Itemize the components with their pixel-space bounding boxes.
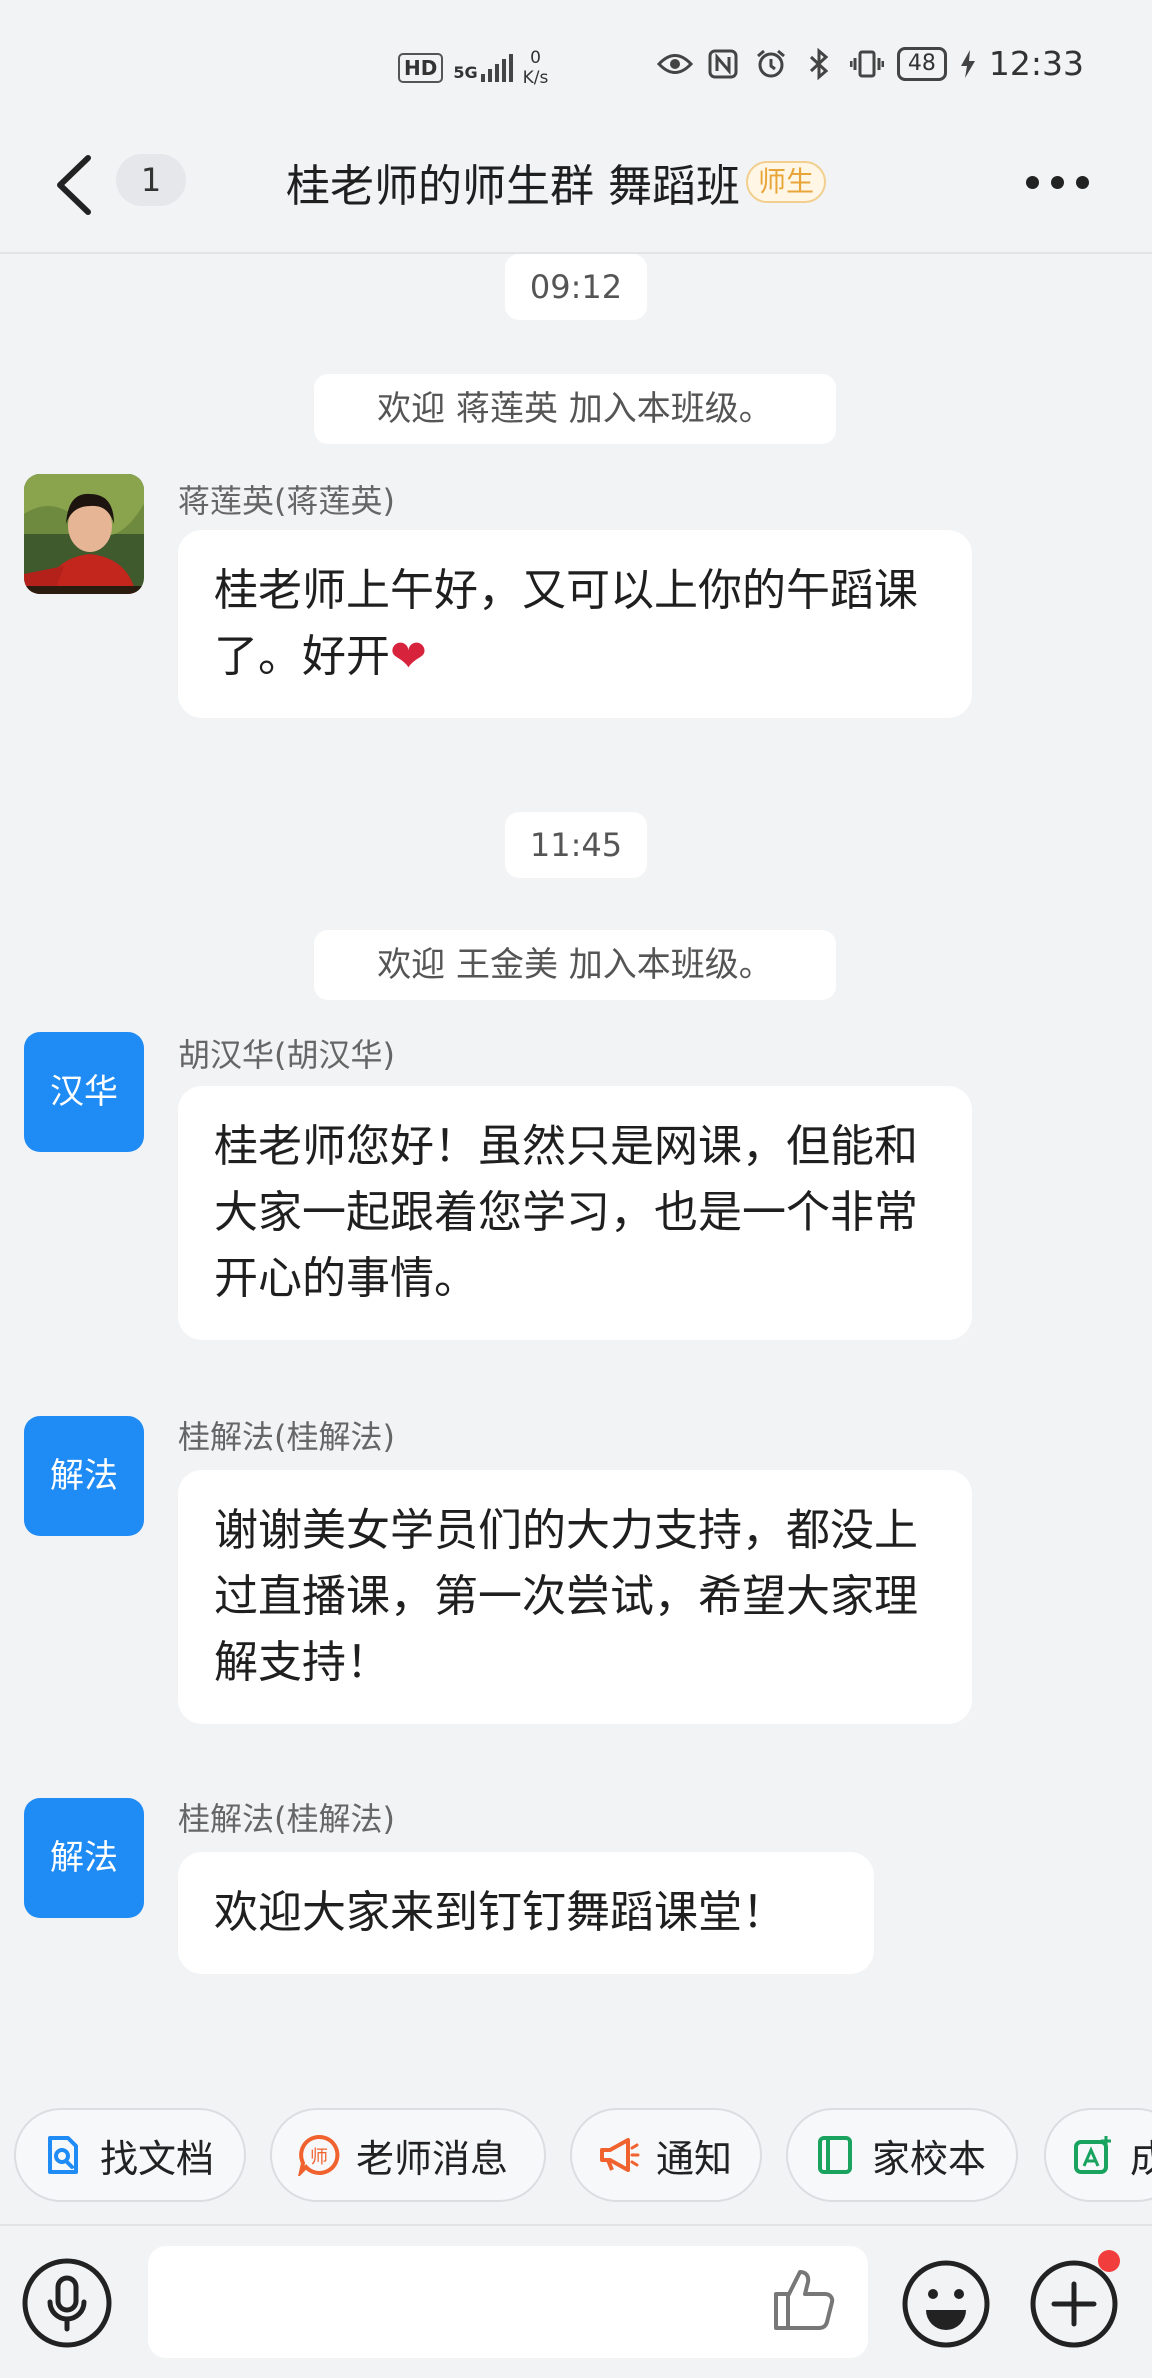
message-input[interactable] bbox=[148, 2246, 868, 2358]
eye-icon bbox=[656, 46, 693, 82]
unread-count-badge[interactable]: 1 bbox=[116, 154, 186, 206]
message-bubble[interactable]: 谢谢美女学员们的大力支持，都没上过直播课，第一次尝试，希望大家理解支持！ bbox=[178, 1470, 972, 1724]
message-bubble[interactable]: 桂老师上午好，又可以上你的午蹈课了。好开❤ bbox=[178, 530, 972, 718]
chevron-left-icon bbox=[57, 155, 91, 215]
megaphone-icon bbox=[598, 2134, 640, 2176]
chip-label: 老师消息 bbox=[356, 2136, 509, 2181]
notification-dot bbox=[1098, 2250, 1120, 2272]
more-dot-icon bbox=[1051, 176, 1064, 189]
input-bar bbox=[0, 2224, 1152, 2378]
role-badge: 师生 bbox=[746, 161, 827, 203]
status-bar: HD 5G 0 K/s 48 12:33 bbox=[0, 0, 1152, 120]
avatar[interactable]: 汉华 bbox=[24, 1032, 144, 1152]
microphone-icon bbox=[22, 2258, 112, 2348]
signal-icon: 5G bbox=[453, 54, 513, 82]
battery-icon: 48 bbox=[896, 46, 947, 81]
grade-icon bbox=[1072, 2134, 1114, 2176]
clock: 12:33 bbox=[988, 44, 1084, 83]
doc-search-icon bbox=[42, 2134, 84, 2176]
home-school-book-button[interactable]: 家校本 bbox=[786, 2108, 1018, 2202]
sender-name: 桂解法(桂解法) bbox=[178, 1800, 395, 1838]
speed-value: 0 bbox=[530, 48, 541, 68]
thumbs-up-icon bbox=[774, 2270, 835, 2330]
chip-label: 通知 bbox=[656, 2136, 733, 2181]
chat-header: 1 桂老师的师生群 舞蹈班 师生 bbox=[0, 120, 1152, 254]
avatar[interactable]: 解法 bbox=[24, 1798, 144, 1918]
sender-name: 桂解法(桂解法) bbox=[178, 1418, 395, 1456]
avatar-photo bbox=[24, 474, 144, 594]
system-icons: 48 12:33 bbox=[656, 44, 1084, 83]
thumbs-up-button[interactable] bbox=[770, 2264, 840, 2334]
system-message: 欢迎 王金美 加入本班级。 bbox=[314, 930, 836, 1000]
notice-button[interactable]: 通知 bbox=[570, 2108, 762, 2202]
chat-title: 桂老师的师生群 舞蹈班 师生 bbox=[286, 150, 827, 214]
back-button[interactable] bbox=[50, 150, 110, 220]
message-text: 谢谢美女学员们的大力支持，都没上过直播课，第一次尝试，希望大家理解支持！ bbox=[214, 1505, 918, 1688]
chip-label: 成 bbox=[1130, 2136, 1152, 2181]
network-type: 5G bbox=[453, 63, 478, 82]
network-indicators: HD 5G 0 K/s bbox=[398, 48, 548, 88]
notebook-icon bbox=[814, 2134, 856, 2176]
speed-unit: K/s bbox=[522, 68, 549, 88]
vibrate-icon bbox=[849, 46, 885, 82]
heart-emoji: ❤ bbox=[390, 631, 427, 682]
message-bubble[interactable]: 桂老师您好！虽然只是网课，但能和大家一起跟着您学习，也是一个非常开心的事情。 bbox=[178, 1086, 972, 1340]
message-bubble[interactable]: 欢迎大家来到钉钉舞蹈课堂！ bbox=[178, 1852, 874, 1974]
more-dot-icon bbox=[1076, 176, 1089, 189]
chip-label: 家校本 bbox=[872, 2136, 987, 2181]
bluetooth-icon bbox=[801, 46, 837, 82]
network-speed: 0 K/s bbox=[523, 48, 549, 88]
sender-name: 胡汉华(胡汉华) bbox=[178, 1036, 395, 1074]
emoji-button[interactable] bbox=[900, 2258, 992, 2350]
message-text: 桂老师您好！虽然只是网课，但能和大家一起跟着您学习，也是一个非常开心的事情。 bbox=[214, 1121, 918, 1304]
message-text: 欢迎大家来到钉钉舞蹈课堂！ bbox=[214, 1887, 786, 1938]
alarm-icon bbox=[753, 46, 789, 82]
more-dot-icon bbox=[1026, 176, 1039, 189]
timestamp: 09:12 bbox=[505, 254, 647, 320]
svg-text:师: 师 bbox=[310, 2147, 328, 2168]
sender-name: 蒋莲英(蒋莲英) bbox=[178, 482, 395, 520]
avatar[interactable]: 解法 bbox=[24, 1416, 144, 1536]
chip-label: 找文档 bbox=[100, 2136, 215, 2181]
charging-icon bbox=[959, 46, 977, 82]
teacher-icon: 师 bbox=[298, 2134, 340, 2176]
group-name: 桂老师的师生群 舞蹈班 bbox=[286, 161, 740, 212]
avatar[interactable] bbox=[24, 474, 144, 594]
nfc-icon bbox=[705, 46, 741, 82]
find-docs-button[interactable]: 找文档 bbox=[14, 2108, 246, 2202]
voice-button[interactable] bbox=[20, 2256, 114, 2350]
quick-actions-bar[interactable]: 找文档 师 老师消息 通知 家校本 成 bbox=[0, 2108, 1152, 2204]
message-text: 桂老师上午好，又可以上你的午蹈课了。好开 bbox=[214, 565, 918, 682]
hd-voice-icon: HD bbox=[398, 53, 444, 83]
smiley-icon bbox=[902, 2260, 990, 2348]
system-message: 欢迎 蒋莲英 加入本班级。 bbox=[314, 374, 836, 444]
more-options-button[interactable] bbox=[1026, 176, 1089, 189]
timestamp: 11:45 bbox=[505, 812, 647, 878]
more-chip-button[interactable]: 成 bbox=[1044, 2108, 1152, 2202]
teacher-message-button[interactable]: 师 老师消息 bbox=[270, 2108, 546, 2202]
